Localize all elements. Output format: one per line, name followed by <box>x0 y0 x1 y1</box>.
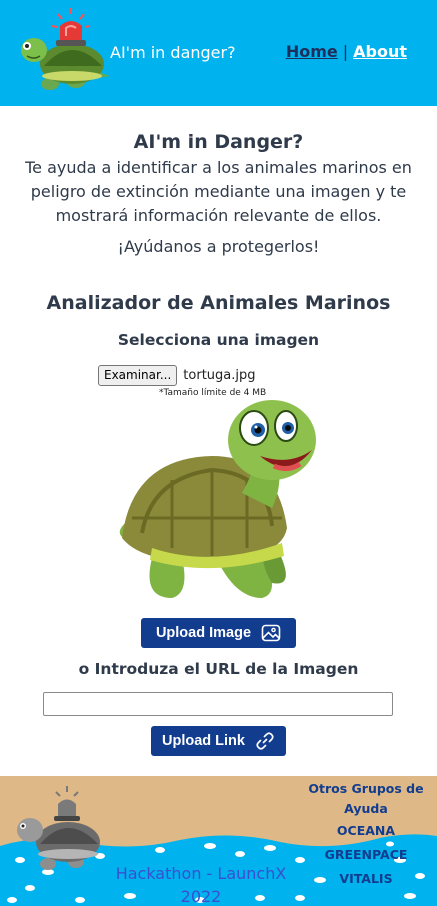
select-image-label: Selecciona una imagen <box>117 331 320 349</box>
help-group-link-greenpace[interactable]: GREENPACE <box>307 843 425 867</box>
url-label: o Introduza el URL de la Imagen <box>78 660 359 678</box>
image-url-input[interactable] <box>43 692 393 716</box>
header: AI'm in danger? Home | About <box>0 0 437 106</box>
selected-file-name: tortuga.jpg <box>183 367 256 383</box>
nav-link-about[interactable]: About <box>353 42 407 61</box>
image-icon <box>261 624 281 642</box>
upload-link-button[interactable]: Upload Link <box>151 726 286 756</box>
file-input[interactable]: Examinar... tortuga.jpg <box>98 364 256 386</box>
upload-image-label: Upload Image <box>155 625 252 641</box>
help-group-link-vitalis[interactable]: VITALIS <box>307 867 425 891</box>
upload-link-label: Upload Link <box>162 733 245 749</box>
hackathon-credit: Hackathon - LaunchX 2022 <box>115 864 287 906</box>
turtle-preview-image <box>119 400 316 598</box>
analyzer-title: Analizador de Animales Marinos <box>46 292 391 314</box>
alarm-turtle-logo-icon[interactable] <box>14 6 112 92</box>
nav-separator: | <box>342 42 349 61</box>
browse-button[interactable]: Examinar... <box>98 364 178 386</box>
intro-call-to-action: ¡Ayúdanos a protegerlos! <box>117 237 320 256</box>
main-nav: Home | About <box>286 42 407 61</box>
nav-link-home[interactable]: Home <box>286 42 338 61</box>
help-groups: Otros Grupos de Ayuda OCEANA GREENPACE V… <box>307 779 425 891</box>
help-group-link-oceana[interactable]: OCEANA <box>307 819 425 843</box>
intro-title: AI'm in Danger? <box>133 131 304 153</box>
size-limit-note: *Tamaño límite de 4 MB <box>159 388 267 398</box>
link-icon <box>256 732 274 750</box>
intro-description: Te ayuda a identificar a los animales ma… <box>25 158 412 225</box>
alarm-turtle-footer-icon <box>17 786 100 870</box>
brand-title: AI'm in danger? <box>110 43 236 62</box>
upload-image-button[interactable]: Upload Image <box>141 618 296 648</box>
help-groups-title: Otros Grupos de Ayuda <box>308 781 424 816</box>
footer: Hackathon - LaunchX 2022 Otros Grupos de… <box>0 776 437 906</box>
